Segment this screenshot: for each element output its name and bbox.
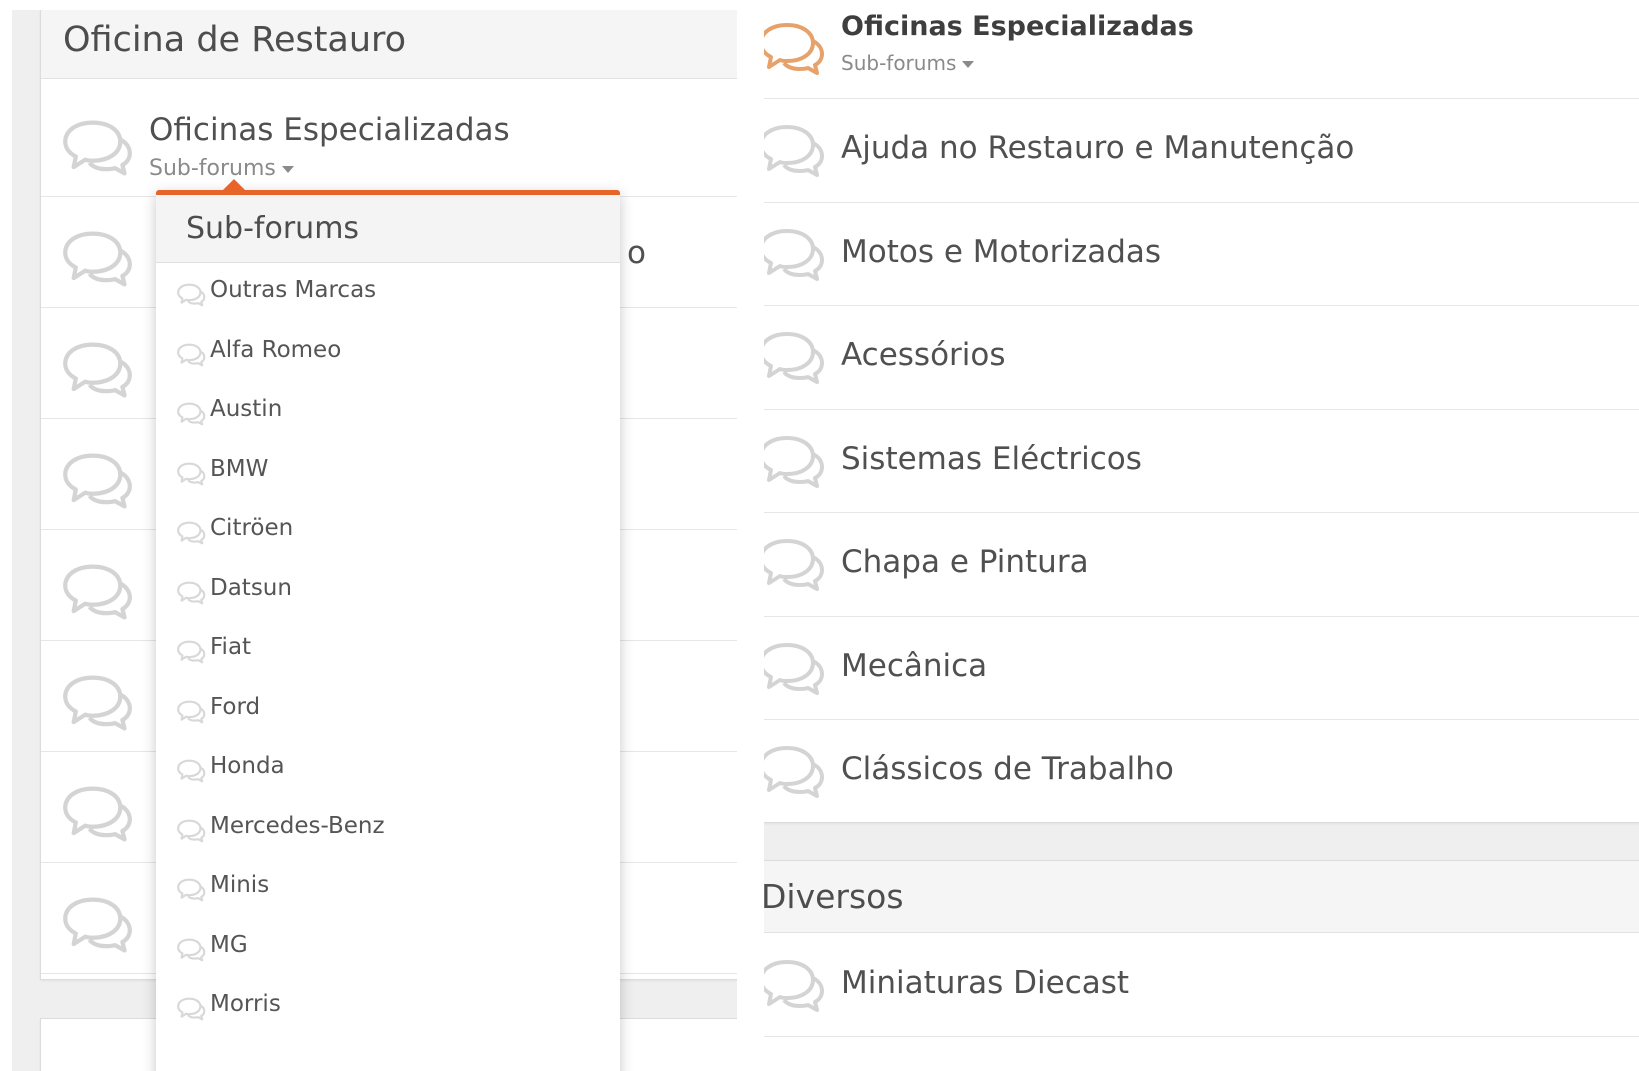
dropdown-item[interactable]: Austin: [156, 383, 620, 442]
chat-bubbles-icon: [61, 784, 133, 848]
forum-row-oficinas-especializadas[interactable]: Oficinas Especializadas Sub-forums: [764, 10, 1639, 99]
forum-name-active[interactable]: Oficinas Especializadas: [841, 11, 1194, 42]
dropdown-item[interactable]: Datsun: [156, 562, 620, 621]
dropdown-item[interactable]: Morris: [156, 978, 620, 1037]
forum-name[interactable]: Oficinas Especializadas: [149, 112, 510, 148]
chat-bubbles-icon: [764, 123, 825, 183]
dropdown-item-label: Morris: [210, 991, 281, 1017]
forum-row[interactable]: Miniaturas Diecast: [764, 934, 1639, 1037]
chat-bubbles-icon: [176, 819, 206, 847]
chat-bubbles-icon: [61, 118, 133, 182]
chat-bubbles-icon: [176, 878, 206, 906]
dropdown-arrow: [222, 179, 246, 191]
dropdown-item[interactable]: Honda: [156, 740, 620, 799]
chat-bubbles-icon: [176, 462, 206, 490]
dropdown-title: Sub-forums: [156, 195, 620, 263]
chat-bubbles-icon: [764, 330, 825, 390]
forum-name[interactable]: Chapa e Pintura: [841, 544, 1089, 580]
dropdown-item[interactable]: Fiat: [156, 621, 620, 680]
dropdown-item-label: Citröen: [210, 515, 294, 541]
chat-bubbles-icon: [61, 340, 133, 404]
subforums-link-label: Sub-forums: [149, 156, 276, 181]
chat-bubbles-icon: [176, 700, 206, 728]
forum-name[interactable]: Miniaturas Diecast: [841, 965, 1129, 1001]
subforums-link[interactable]: Sub-forums: [841, 51, 975, 75]
chat-bubbles-icon: [764, 227, 825, 287]
chat-bubbles-icon: [176, 640, 206, 668]
caret-down-icon: [962, 61, 975, 68]
forum-row[interactable]: Ajuda no Restauro e Manutenção: [764, 99, 1639, 203]
forum-row[interactable]: Clássicos de Trabalho: [764, 720, 1639, 824]
dropdown-item-label: Ford: [210, 693, 261, 720]
dropdown-item-label: Honda: [210, 753, 285, 779]
chat-bubbles-icon: [176, 343, 206, 371]
forum-row[interactable]: Acessórios: [764, 306, 1639, 410]
forum-name-partial: o: [627, 235, 646, 271]
subforums-link[interactable]: Sub-forums: [149, 156, 294, 181]
dropdown-item[interactable]: Ford: [156, 681, 620, 740]
chat-bubbles-icon: [176, 402, 206, 430]
dropdown-item[interactable]: Mercedes-Benz: [156, 800, 620, 859]
chat-bubbles-icon: [61, 673, 133, 737]
chat-bubbles-icon: [764, 537, 825, 597]
dropdown-item[interactable]: Alfa Romeo: [156, 324, 620, 383]
forum-name[interactable]: Sistemas Eléctricos: [841, 441, 1142, 477]
subforums-link-label: Sub-forums: [841, 51, 957, 75]
chat-bubbles-icon: [176, 521, 206, 549]
chat-bubbles-icon: [764, 23, 824, 75]
chat-bubbles-icon: [176, 997, 206, 1025]
dropdown-item-label: Fiat: [210, 634, 252, 660]
forum-name[interactable]: Motos e Motorizadas: [841, 234, 1161, 270]
chat-bubbles-icon: [61, 562, 133, 626]
dropdown-item-label: MG: [210, 931, 248, 958]
forum-row[interactable]: Motos e Motorizadas: [764, 203, 1639, 306]
dropdown-item[interactable]: Outras Marcas: [156, 264, 620, 323]
category-title: Oficina de Restauro: [41, 10, 737, 79]
caret-down-icon: [281, 165, 294, 173]
dropdown-item-label: Datsun: [210, 574, 292, 601]
dropdown-item-label: Austin: [210, 396, 283, 422]
dropdown-item[interactable]: BMW: [156, 443, 620, 502]
dropdown-item-label: Mercedes-Benz: [210, 812, 385, 839]
chat-bubbles-icon: [61, 895, 133, 959]
chat-bubbles-icon: [176, 938, 206, 966]
forum-name[interactable]: Ajuda no Restauro e Manutenção: [841, 130, 1354, 166]
dropdown-item-label: Minis: [210, 872, 270, 898]
dropdown-item-label: BMW: [210, 455, 269, 482]
forum-row[interactable]: Mecânica: [764, 617, 1639, 720]
chat-bubbles-icon: [764, 641, 825, 701]
subforums-dropdown[interactable]: Sub-forums Outras Marcas Alfa Romeo Austin…: [156, 179, 620, 1071]
left-screenshot: Oficina de Restauro Oficinas Especializa…: [12, 10, 737, 1071]
forum-name[interactable]: Clássicos de Trabalho: [841, 751, 1174, 787]
chat-bubbles-icon: [764, 958, 825, 1018]
forum-row[interactable]: Chapa e Pintura: [764, 513, 1639, 617]
forum-name[interactable]: Acessórios: [841, 337, 1006, 373]
category-block-forums: Oficinas Especializadas Sub-forums Ajuda…: [764, 10, 1639, 824]
chat-bubbles-icon: [764, 434, 825, 494]
dropdown-item[interactable]: MG: [156, 919, 620, 978]
chat-bubbles-icon: [176, 759, 206, 787]
dropdown-item[interactable]: Minis: [156, 859, 620, 918]
forum-name[interactable]: Mecânica: [841, 648, 987, 684]
dropdown-item-label: Alfa Romeo: [210, 336, 342, 363]
category-title-diversos: Diversos: [764, 861, 1639, 933]
chat-bubbles-icon: [61, 229, 133, 293]
forum-row[interactable]: Oficinas Especializadas Sub-forums: [41, 86, 737, 197]
dropdown-item-label: Outras Marcas: [210, 277, 377, 303]
chat-bubbles-icon: [764, 744, 825, 804]
chat-bubbles-icon: [61, 451, 133, 515]
forum-row[interactable]: Sistemas Eléctricos: [764, 410, 1639, 513]
chat-bubbles-icon: [176, 581, 206, 609]
category-block-diversos: Diversos Miniaturas Diecast: [764, 860, 1639, 1071]
right-screenshot: Oficinas Especializadas Sub-forums Ajuda…: [764, 10, 1639, 1071]
dropdown-item[interactable]: Citröen: [156, 502, 620, 561]
chat-bubbles-icon: [176, 283, 206, 311]
